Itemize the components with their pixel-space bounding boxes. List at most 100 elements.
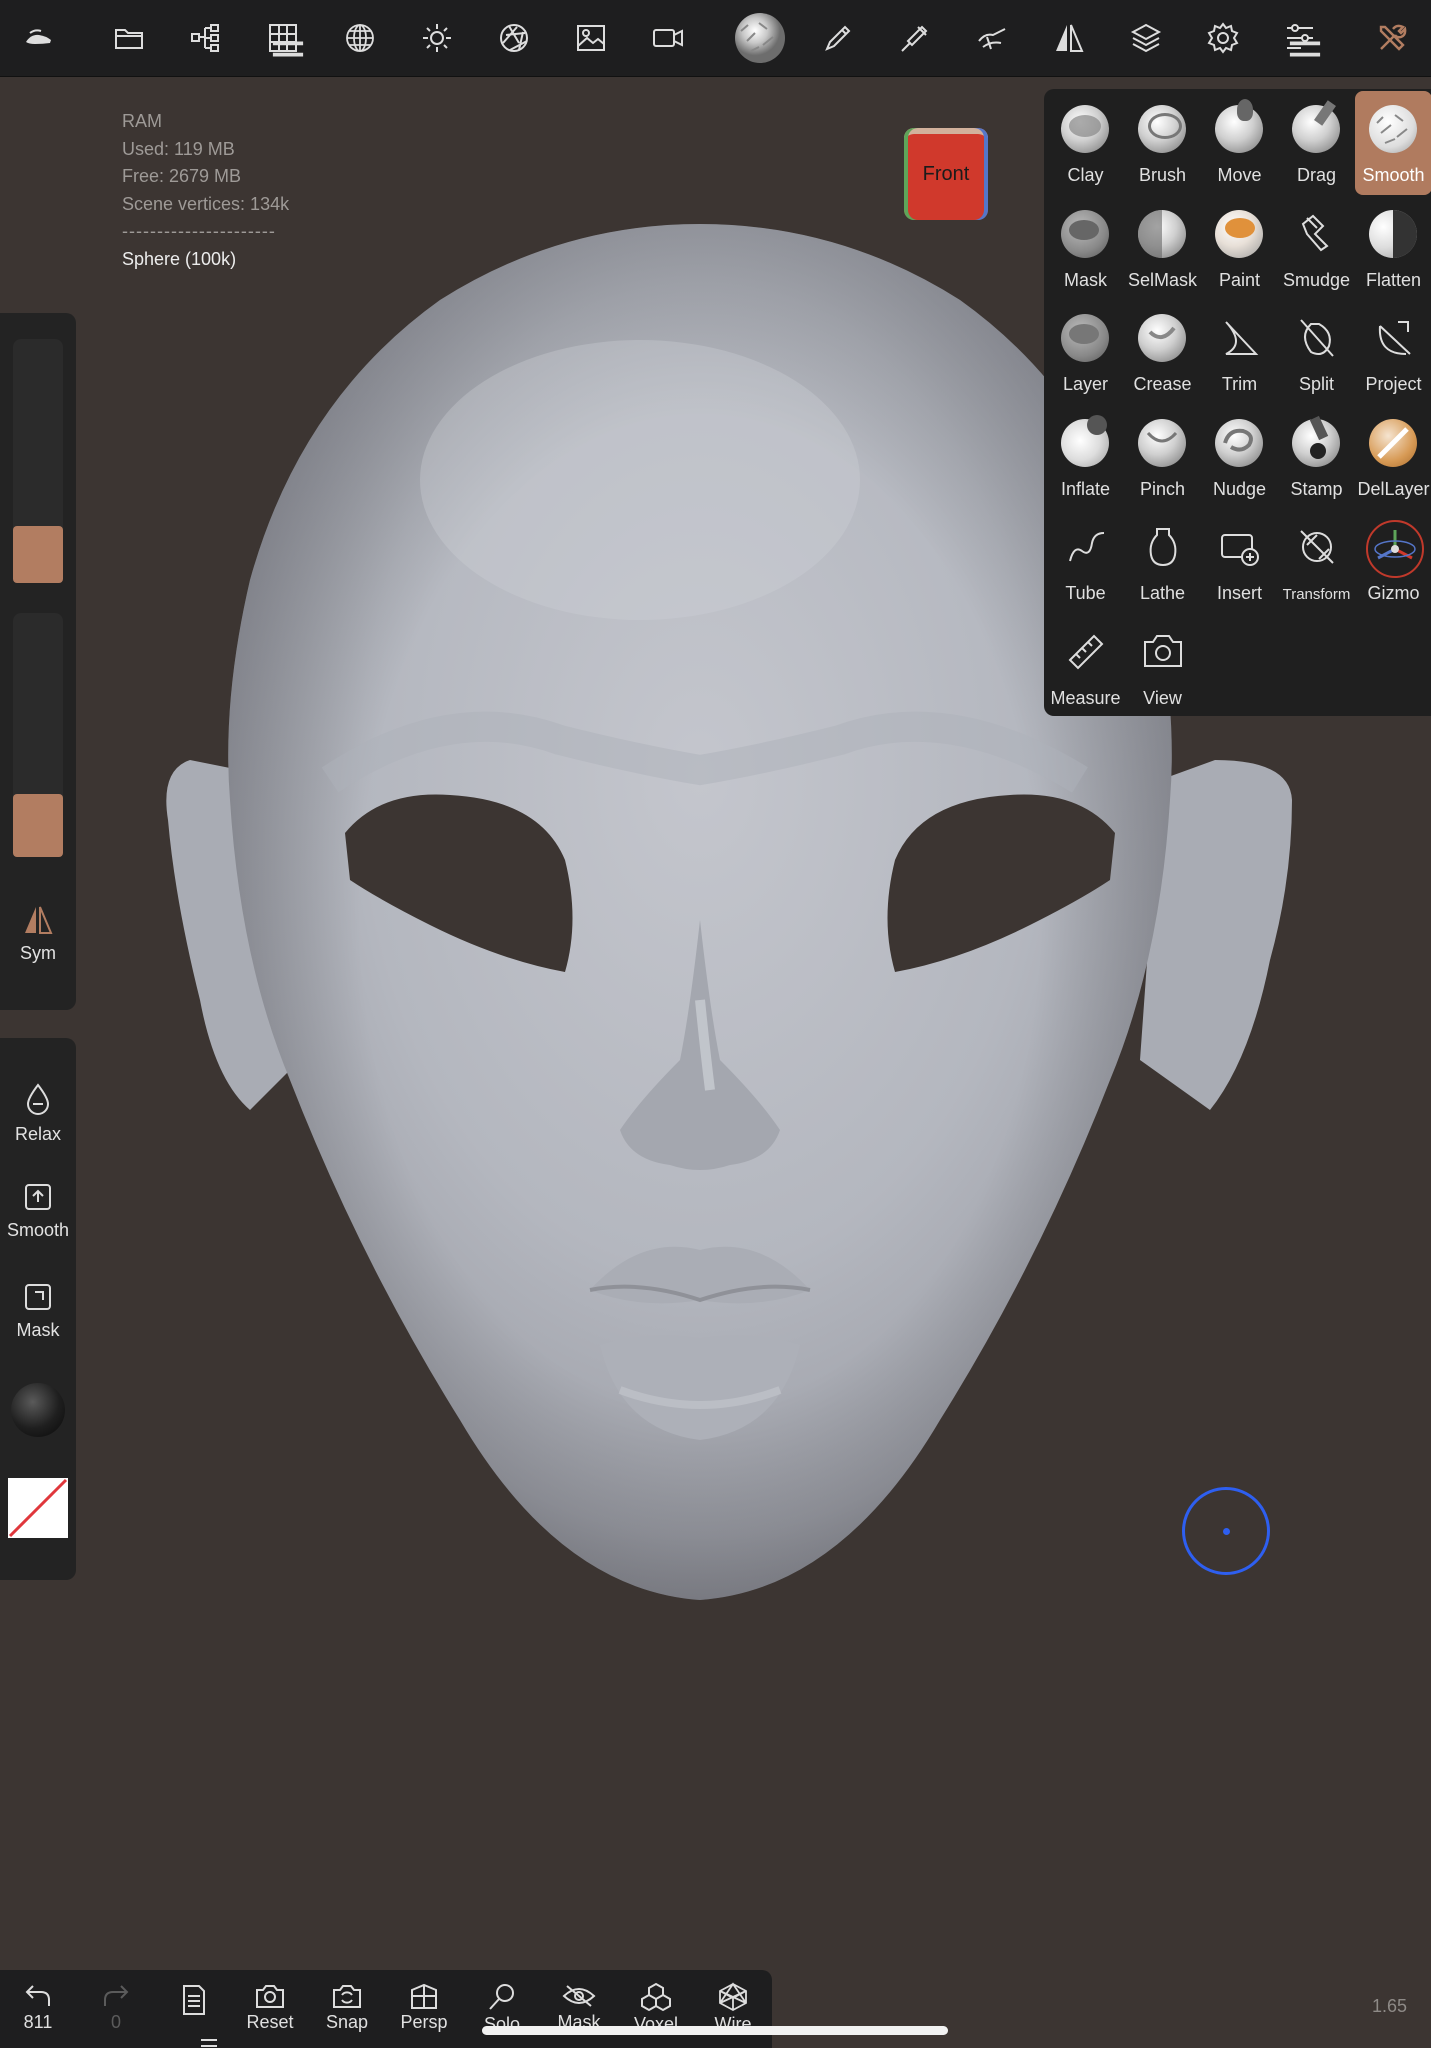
wire-button[interactable]: Wire bbox=[697, 1970, 769, 2048]
tool-paint[interactable]: Paint bbox=[1201, 196, 1278, 300]
tool-brush[interactable]: Brush bbox=[1124, 91, 1201, 195]
tool-label: View bbox=[1143, 687, 1182, 708]
sym-button[interactable]: Sym bbox=[0, 905, 76, 964]
tool-trim[interactable]: Trim bbox=[1201, 300, 1278, 404]
tool-label: Inflate bbox=[1060, 478, 1111, 499]
ram-free: Free: 2679 MB bbox=[122, 166, 242, 186]
tool-project[interactable]: Project bbox=[1355, 300, 1431, 404]
scene-tree-icon[interactable] bbox=[176, 0, 236, 76]
layers-icon[interactable] bbox=[1116, 0, 1176, 76]
tool-transform[interactable]: Transform bbox=[1278, 509, 1355, 613]
mask-box-icon bbox=[25, 1284, 51, 1310]
light-icon[interactable] bbox=[407, 0, 467, 76]
tool-tube[interactable]: Tube bbox=[1047, 509, 1124, 613]
relax-label: Relax bbox=[14, 1124, 62, 1144]
project-icon bbox=[1369, 314, 1419, 364]
undo-button[interactable]: 811 bbox=[2, 1970, 74, 2048]
tool-selmask[interactable]: SelMask bbox=[1124, 196, 1201, 300]
aperture-icon[interactable] bbox=[484, 0, 544, 76]
tool-label: Drag bbox=[1296, 165, 1336, 185]
tool-view[interactable]: View bbox=[1124, 614, 1201, 718]
selmask-icon bbox=[1138, 209, 1188, 260]
snap-label: Snap bbox=[325, 2012, 369, 2032]
redo-button[interactable]: 0 bbox=[80, 1970, 152, 2048]
tool-inflate[interactable]: Inflate bbox=[1047, 405, 1124, 509]
tool-layer[interactable]: Layer bbox=[1047, 300, 1124, 404]
snap-camera-icon bbox=[333, 1985, 361, 2008]
tools-icon[interactable] bbox=[1362, 0, 1422, 76]
tool-label: Measure bbox=[1050, 687, 1121, 708]
zoom-readout: 1.65 bbox=[1372, 1996, 1408, 2016]
voxel-cubes-icon bbox=[641, 1982, 671, 2012]
tool-move[interactable]: Move bbox=[1201, 91, 1278, 195]
mask-visibility-button[interactable]: Mask bbox=[543, 1970, 615, 2048]
paint-brush-icon[interactable] bbox=[885, 0, 945, 76]
tool-lathe[interactable]: Lathe bbox=[1124, 509, 1201, 613]
history-button[interactable] bbox=[158, 1970, 230, 2048]
smooth-quick-button[interactable]: Smooth bbox=[0, 1182, 76, 1241]
mask-icon bbox=[1061, 209, 1111, 260]
topology-icon[interactable] bbox=[330, 0, 390, 76]
tool-insert[interactable]: Insert bbox=[1201, 509, 1278, 613]
matcap-ball[interactable] bbox=[11, 1383, 65, 1437]
tool-label: Smooth bbox=[1362, 165, 1425, 185]
hand-brush-icon[interactable] bbox=[962, 0, 1022, 76]
app-logo-icon[interactable] bbox=[8, 0, 68, 76]
home-indicator[interactable] bbox=[482, 2026, 948, 2035]
tool-crease[interactable]: Crease bbox=[1124, 300, 1201, 404]
tool-label: Stamp bbox=[1290, 478, 1343, 499]
persp-button[interactable]: Persp bbox=[388, 1970, 460, 2048]
settings-icon[interactable] bbox=[1193, 0, 1253, 76]
sym-label: Sym bbox=[20, 943, 56, 963]
tool-smooth[interactable]: Smooth bbox=[1355, 91, 1431, 195]
tool-clay[interactable]: Clay bbox=[1047, 91, 1124, 195]
image-icon[interactable] bbox=[561, 0, 621, 76]
tool-drag[interactable]: Drag bbox=[1278, 91, 1355, 195]
tool-label: Layer bbox=[1062, 374, 1109, 394]
eye-off-icon bbox=[562, 1985, 596, 2007]
tool-stamp[interactable]: Stamp bbox=[1278, 405, 1355, 509]
view-cube[interactable]: Front bbox=[904, 128, 988, 220]
grid-icon[interactable] bbox=[253, 0, 313, 76]
tool-smudge[interactable]: Smudge bbox=[1278, 196, 1355, 300]
brush-pen-icon[interactable] bbox=[808, 0, 868, 76]
tool-gizmo[interactable]: Gizmo bbox=[1355, 509, 1431, 613]
smooth-icon bbox=[1369, 105, 1419, 155]
tool-label: SelMask bbox=[1127, 269, 1198, 290]
sliders-icon[interactable] bbox=[1270, 0, 1330, 76]
mask-quick-button[interactable]: Mask bbox=[0, 1282, 76, 1341]
tool-label: Clay bbox=[1067, 165, 1104, 185]
tool-label: Nudge bbox=[1212, 478, 1267, 499]
tool-split[interactable]: Split bbox=[1278, 300, 1355, 404]
symmetry-icon[interactable] bbox=[1039, 0, 1099, 76]
brush-icon bbox=[1138, 105, 1188, 155]
color-swatch-none[interactable] bbox=[8, 1478, 68, 1538]
tool-mask[interactable]: Mask bbox=[1047, 196, 1124, 300]
clay-icon bbox=[1061, 105, 1111, 155]
material-ball-icon[interactable] bbox=[730, 0, 790, 76]
left-slider-panel: Sym bbox=[0, 313, 76, 1010]
snap-button[interactable]: Snap bbox=[311, 1970, 383, 2048]
tool-nudge[interactable]: Nudge bbox=[1201, 405, 1278, 509]
tool-dellayer[interactable]: DelLayer bbox=[1355, 405, 1431, 509]
flatten-icon bbox=[1369, 209, 1419, 260]
tool-pinch[interactable]: Pinch bbox=[1124, 405, 1201, 509]
relax-button[interactable]: Relax bbox=[0, 1082, 76, 1145]
tool-label: Brush bbox=[1138, 165, 1187, 185]
top-toolbar bbox=[0, 0, 1431, 77]
tool-label: Lathe bbox=[1139, 583, 1186, 603]
lathe-icon bbox=[1138, 523, 1188, 573]
tool-flatten[interactable]: Flatten bbox=[1355, 196, 1431, 300]
folder-icon[interactable] bbox=[99, 0, 159, 76]
camera-icon[interactable] bbox=[638, 0, 698, 76]
reset-camera-button[interactable]: Reset bbox=[234, 1970, 306, 2048]
paint-icon bbox=[1215, 209, 1265, 260]
view-icon bbox=[1138, 628, 1188, 678]
tool-label: Paint bbox=[1218, 269, 1261, 290]
tool-measure[interactable]: Measure bbox=[1047, 614, 1124, 718]
tool-label: Flatten bbox=[1365, 269, 1422, 290]
split-icon bbox=[1292, 314, 1342, 364]
solo-button[interactable]: Solo bbox=[466, 1970, 538, 2048]
perspective-icon bbox=[411, 1983, 437, 2009]
voxel-button[interactable]: Voxel bbox=[620, 1970, 692, 2048]
